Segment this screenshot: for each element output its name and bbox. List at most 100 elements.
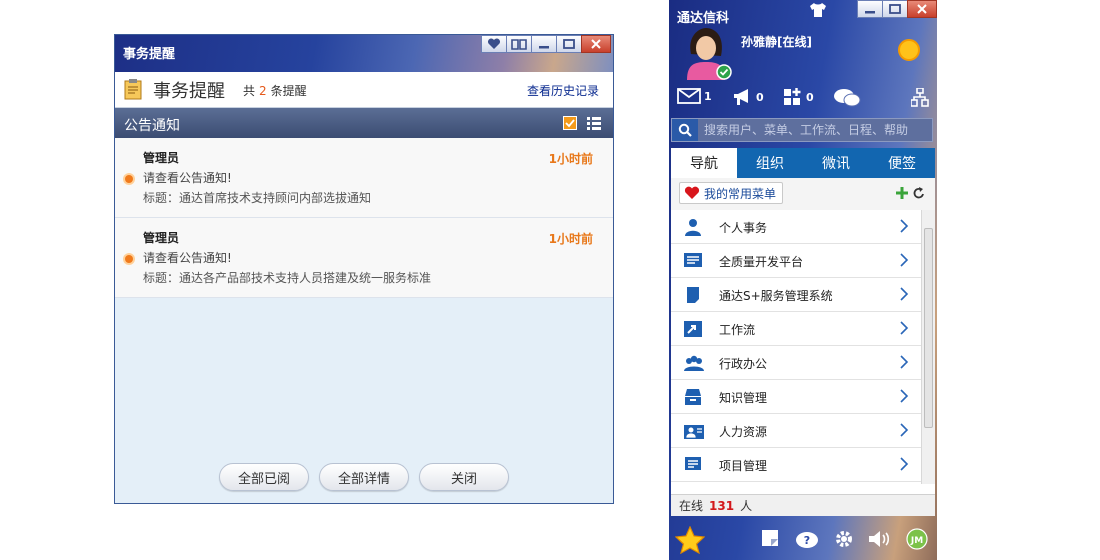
add-icon[interactable] [895, 186, 909, 200]
mail-count: 1 [704, 89, 712, 103]
svg-text:JM: JM [910, 536, 923, 546]
notice-item[interactable]: 管理员 1小时前 请查看公告通知! 标题：通达首席技术支持顾问内部选拔通知 [115, 138, 613, 218]
close-icon [591, 39, 601, 49]
notice-message: 请查看公告通知! [143, 251, 232, 265]
chevron-right-icon [900, 355, 909, 369]
tab-organization[interactable]: 组织 [737, 148, 803, 178]
reminder-window-controls [481, 35, 611, 53]
menu-item-label: 个人事务 [719, 221, 768, 235]
maximize-icon [563, 39, 575, 49]
group-icon [684, 355, 704, 371]
search-button[interactable] [672, 119, 698, 141]
mail-counter[interactable]: 1 [677, 88, 712, 104]
user-status: [在线] [777, 35, 812, 49]
navigation-panel: 我的常用菜单 个人事务 全质量开发平台 通达S+服务管理系统 工作流 行政办公 … [671, 178, 935, 516]
chevron-right-icon [900, 321, 909, 335]
maximize-button[interactable] [556, 35, 582, 53]
client-close-button[interactable] [907, 0, 937, 18]
menu-item-personal[interactable]: 个人事务 [671, 210, 921, 244]
search-icon [678, 123, 692, 137]
menu-scrollbar[interactable] [921, 210, 935, 484]
notice-time: 1小时前 [548, 232, 593, 246]
mail-icon [677, 88, 701, 104]
menu-item-label: 项目管理 [719, 459, 768, 473]
menu-item-quality-platform[interactable]: 全质量开发平台 [671, 244, 921, 278]
search-bar [671, 118, 933, 142]
maximize-icon [889, 4, 901, 14]
apps-counter[interactable]: 0 [783, 88, 814, 106]
notice-sender: 管理员 [143, 151, 180, 165]
speaker-icon[interactable] [867, 529, 891, 549]
chat-bubble-icon[interactable] [833, 88, 861, 108]
tab-notes[interactable]: 便签 [869, 148, 935, 178]
favorites-menu-button[interactable]: 我的常用菜单 [679, 182, 784, 204]
minimize-icon [865, 11, 875, 14]
reminder-count-number: 2 [259, 84, 267, 98]
menu-item-label: 全质量开发平台 [719, 255, 804, 269]
person-icon [685, 219, 701, 236]
menu-item-service-management[interactable]: 通达S+服务管理系统 [671, 278, 921, 312]
menu-item-label: 通达S+服务管理系统 [719, 289, 833, 303]
client-minimize-button[interactable] [857, 0, 883, 18]
refresh-icon[interactable] [913, 186, 925, 200]
notice-list: 管理员 1小时前 请查看公告通知! 标题：通达首席技术支持顾问内部选拔通知 管理… [115, 138, 613, 298]
menu-item-administration[interactable]: 行政办公 [671, 346, 921, 380]
check-icon [565, 119, 575, 128]
document-icon [687, 287, 699, 303]
list-view-icon[interactable] [587, 116, 601, 130]
heart-icon [487, 38, 501, 49]
select-all-checkbox[interactable] [563, 116, 577, 130]
search-input[interactable] [702, 120, 932, 140]
weather-sun-icon[interactable] [895, 36, 923, 64]
menu-item-workflow[interactable]: 工作流 [671, 312, 921, 346]
menu-item-hr[interactable]: 人力资源 [671, 414, 921, 448]
chevron-right-icon [900, 219, 909, 233]
close-window-button[interactable] [581, 35, 611, 53]
close-button[interactable]: 关闭 [419, 463, 509, 491]
reminder-titlebar[interactable]: 事务提醒 [115, 35, 613, 72]
client-window-title: 通达信科 [677, 11, 730, 26]
menu-item-project[interactable]: 项目管理 [671, 448, 921, 482]
note-icon[interactable] [761, 529, 779, 547]
org-tree-icon[interactable] [911, 88, 929, 108]
heart-icon [684, 186, 700, 199]
workflow-icon [684, 321, 702, 337]
menu-item-label: 人力资源 [719, 425, 768, 439]
help-cloud-icon[interactable]: ? [795, 529, 819, 549]
minimize-button[interactable] [531, 35, 557, 53]
star-logo-icon[interactable] [675, 526, 705, 554]
tab-micro-message[interactable]: 微讯 [803, 148, 869, 178]
jm-badge-icon[interactable]: JM [905, 528, 929, 550]
online-users-bar: 在线 131 人 [671, 494, 935, 516]
book-button[interactable] [506, 35, 532, 53]
all-details-button[interactable]: 全部详情 [319, 463, 409, 491]
reminder-window: 事务提醒 事务提醒 共 2 条提醒 查看历史记录 公告通知 管理员 1小时前 请… [114, 34, 614, 504]
reminder-footer: 全部已阅 全部详情 关闭 [115, 463, 613, 491]
skin-shirt-icon[interactable] [809, 2, 827, 18]
tab-navigation[interactable]: 导航 [671, 148, 737, 178]
chevron-right-icon [900, 253, 909, 267]
notice-message: 请查看公告通知! [143, 171, 232, 185]
megaphone-icon [734, 89, 748, 105]
navigation-menu: 个人事务 全质量开发平台 通达S+服务管理系统 工作流 行政办公 知识管理 人力… [671, 210, 921, 484]
reminder-count: 共 2 条提醒 [243, 84, 307, 98]
scrollbar-thumb[interactable] [924, 228, 933, 428]
mark-all-read-button[interactable]: 全部已阅 [219, 463, 309, 491]
notice-counter[interactable]: 0 [733, 88, 764, 106]
minimize-icon [539, 46, 549, 49]
reminder-header-title: 事务提醒 [153, 81, 225, 102]
reminder-window-title: 事务提醒 [123, 47, 176, 62]
client-window-controls [857, 0, 937, 18]
unread-dot-icon [125, 175, 133, 183]
notice-item[interactable]: 管理员 1小时前 请查看公告通知! 标题：通达各产品部技术支持人员搭建及统一服务… [115, 218, 613, 298]
close-icon [917, 4, 927, 14]
menu-item-label: 知识管理 [719, 391, 768, 405]
menu-item-knowledge[interactable]: 知识管理 [671, 380, 921, 414]
favorite-button[interactable] [481, 35, 507, 53]
online-count: 131 [709, 498, 735, 513]
gear-icon[interactable] [834, 529, 854, 549]
view-history-link[interactable]: 查看历史记录 [527, 82, 599, 99]
client-maximize-button[interactable] [882, 0, 908, 18]
chevron-right-icon [900, 287, 909, 301]
avatar[interactable] [679, 26, 733, 80]
